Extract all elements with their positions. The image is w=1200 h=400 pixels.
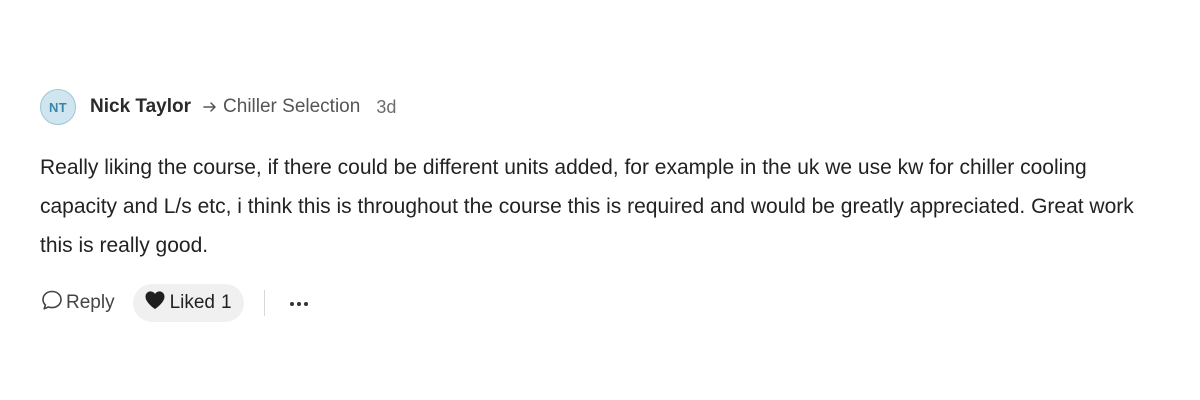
like-count: 1 (221, 292, 232, 313)
more-options-button[interactable] (289, 291, 309, 315)
comment-card: NT Nick Taylor Chiller Selection 3d Real… (40, 88, 1170, 323)
reply-button[interactable]: Reply (40, 289, 115, 317)
comment-actions: Reply Liked 1 (40, 283, 1170, 323)
arrow-right-icon (203, 101, 217, 113)
comment-header: NT Nick Taylor Chiller Selection 3d (40, 88, 1170, 126)
speech-bubble-icon (40, 289, 66, 317)
comment-body: Really liking the course, if there could… (40, 156, 1134, 257)
action-divider (263, 290, 265, 316)
timestamp: 3d (376, 96, 397, 117)
avatar[interactable]: NT (40, 89, 76, 125)
reply-label: Reply (66, 292, 115, 313)
avatar-initials: NT (49, 99, 67, 115)
more-horizontal-icon (289, 294, 309, 312)
author-name[interactable]: Nick Taylor (90, 96, 191, 118)
liked-label: Liked (169, 292, 215, 313)
topic-link[interactable]: Chiller Selection (223, 96, 360, 118)
heart-icon (143, 289, 170, 317)
like-button[interactable]: Liked 1 (132, 284, 244, 322)
